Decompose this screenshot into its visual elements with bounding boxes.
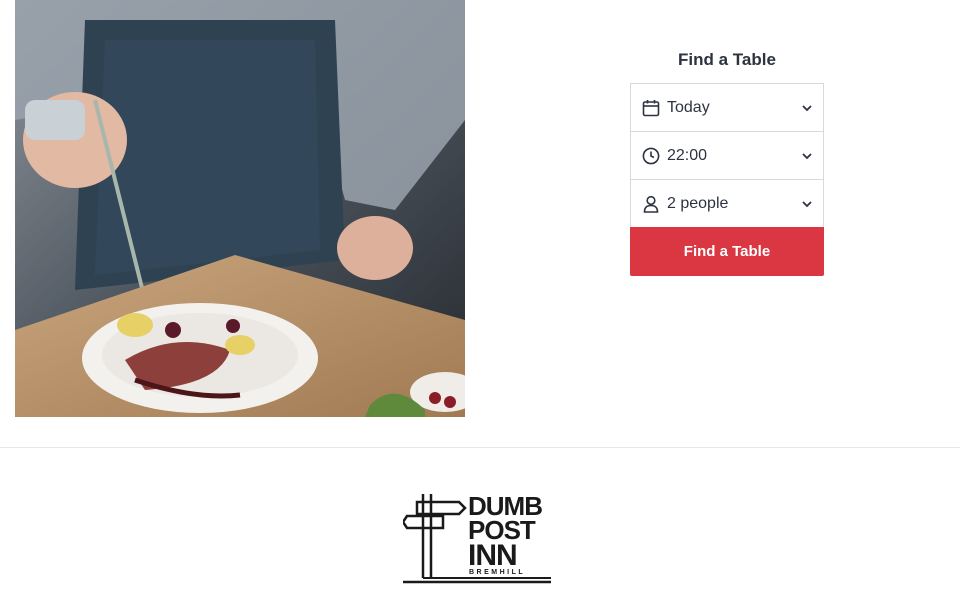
logo-subtitle: BREMHILL [469, 569, 525, 576]
section-divider [0, 447, 960, 448]
date-select[interactable]: Today [630, 83, 824, 131]
time-value: 22:00 [667, 146, 708, 164]
reservation-widget: Find a Table Today 22:00 2 people Find a… [630, 47, 824, 276]
person-icon [641, 194, 661, 214]
date-value: Today [667, 98, 710, 116]
time-select[interactable]: 22:00 [630, 131, 824, 179]
hero-photo [15, 0, 465, 417]
party-size-value: 2 people [667, 194, 729, 212]
clock-icon [641, 146, 661, 166]
find-table-button[interactable]: Find a Table [630, 227, 824, 276]
chevron-down-icon [801, 198, 813, 210]
calendar-icon [641, 98, 661, 118]
finder-title: Find a Table [678, 50, 776, 69]
party-size-select[interactable]: 2 people [630, 179, 824, 227]
chevron-down-icon [801, 102, 813, 114]
logo-line-3: INN [468, 539, 517, 572]
chevron-down-icon [801, 150, 813, 162]
restaurant-logo[interactable]: DUMB POST INN BREMHILL [401, 490, 555, 586]
hero-photo-art [15, 0, 465, 417]
